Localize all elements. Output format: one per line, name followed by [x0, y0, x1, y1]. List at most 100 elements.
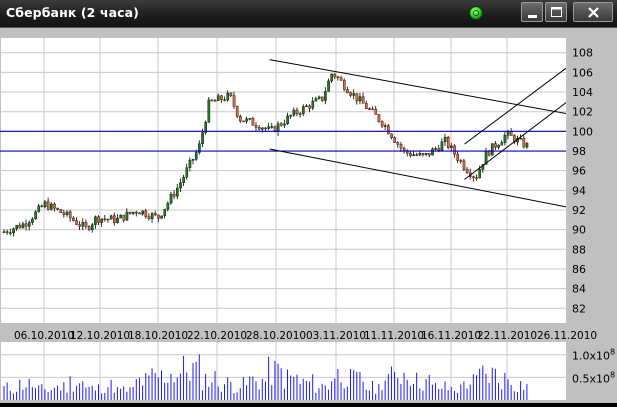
candle-body: [333, 73, 337, 78]
candle-body: [59, 209, 63, 214]
candle-body: [472, 176, 475, 178]
candle-body: [9, 232, 12, 234]
maximize-button[interactable]: [545, 2, 567, 22]
minimize-button[interactable]: [521, 2, 543, 22]
y-tick-label: 86: [572, 263, 586, 276]
candle-body: [428, 153, 431, 156]
candle-body: [31, 218, 34, 223]
candle-body: [128, 211, 132, 214]
candle-body: [194, 152, 198, 160]
candle-body: [135, 211, 138, 214]
candle-body: [163, 208, 167, 217]
y-tick-label: 94: [572, 184, 586, 197]
y-tick-label: 104: [572, 86, 593, 99]
candle-body: [264, 127, 267, 130]
candle-body: [339, 77, 343, 81]
candle-body: [12, 228, 15, 234]
candle-body: [434, 148, 437, 150]
minimize-icon: [528, 15, 537, 18]
candle-body: [157, 214, 160, 219]
candle-body: [522, 138, 526, 148]
candle-body: [5, 231, 9, 233]
candle-body: [100, 218, 104, 223]
candle-body: [500, 142, 504, 146]
candle-body: [210, 99, 214, 102]
candle-body: [50, 203, 53, 210]
chart-window: Сбербанк (2 часа) 82 84 86 88 90 92 94 96 98 100 1…: [0, 0, 617, 403]
candle-body: [276, 123, 280, 132]
candle-body: [235, 106, 239, 117]
candle-body: [399, 143, 403, 149]
x-tick-label: 16.11.2010: [421, 330, 481, 342]
x-tick-label: 26.11.2010: [537, 330, 597, 342]
candle-body: [292, 109, 296, 116]
candle-body: [261, 127, 264, 130]
candle-body: [213, 100, 217, 102]
candle-body: [497, 145, 500, 148]
candle-body: [446, 136, 450, 148]
x-tick-label: 06.10.2010: [14, 330, 74, 342]
candle-body: [75, 220, 78, 225]
candle-body: [43, 201, 47, 207]
y-tick-label: 92: [572, 204, 586, 217]
candle-body: [305, 105, 308, 108]
x-tick-label: 11.11.2010: [364, 330, 424, 342]
candle-body: [349, 92, 352, 96]
candle-body: [220, 95, 223, 100]
candle-body: [374, 108, 378, 115]
candle-body: [65, 211, 69, 215]
chart-area: 82 84 86 88 90 92 94 96 98 100 102 104 106 108 06.10.2…: [0, 28, 617, 403]
y-tick-label: 108: [572, 47, 593, 60]
candle-body: [138, 212, 141, 215]
candle-body: [245, 118, 248, 122]
candle-body: [254, 125, 258, 128]
candle-body: [182, 176, 185, 183]
x-tick-label: 12.10.2010: [70, 330, 130, 342]
x-tick-label: 22.10.2010: [187, 330, 247, 342]
candle-body: [21, 223, 25, 229]
candle-body: [109, 215, 113, 220]
candle-body: [56, 207, 59, 210]
candle-body: [185, 167, 189, 178]
candle-body: [302, 106, 305, 114]
volume-tick-label: 1.0x108: [572, 348, 615, 363]
price-plot-background: [1, 38, 566, 323]
candle-body: [393, 137, 397, 143]
candle-body: [176, 187, 179, 197]
candle-body: [131, 211, 135, 214]
candle-body: [18, 225, 22, 229]
candle-body: [465, 169, 469, 174]
close-icon: [588, 7, 599, 18]
candle-body: [450, 145, 453, 148]
candle-body: [28, 222, 31, 227]
close-button[interactable]: [573, 2, 613, 22]
candle-body: [179, 182, 182, 189]
candle-body: [97, 216, 100, 223]
candle-body: [248, 118, 252, 120]
candle-body: [169, 193, 173, 204]
y-tick-label: 96: [572, 165, 586, 178]
candle-body: [320, 96, 324, 101]
candle-body: [365, 103, 368, 109]
candle-body: [191, 159, 195, 161]
candle-body: [298, 113, 302, 115]
candle-body: [87, 226, 91, 230]
candle-body: [119, 214, 122, 219]
maximize-icon: [551, 7, 562, 17]
candle-body: [239, 116, 242, 122]
candle-body: [229, 92, 233, 96]
candle-body: [478, 169, 482, 179]
y-tick-label: 106: [572, 66, 593, 79]
candle-body: [144, 210, 148, 217]
candle-body: [242, 120, 245, 123]
title-bar[interactable]: Сбербанк (2 часа): [0, 0, 617, 28]
candle-body: [257, 127, 261, 130]
candle-body: [440, 141, 444, 151]
candle-body: [37, 205, 41, 212]
candle-body: [106, 218, 110, 221]
y-tick-label: 98: [572, 145, 586, 158]
candle-body: [503, 135, 507, 143]
candle-body: [443, 136, 447, 142]
x-tick-label: 28.10.2010: [246, 330, 306, 342]
candle-body: [289, 115, 293, 117]
